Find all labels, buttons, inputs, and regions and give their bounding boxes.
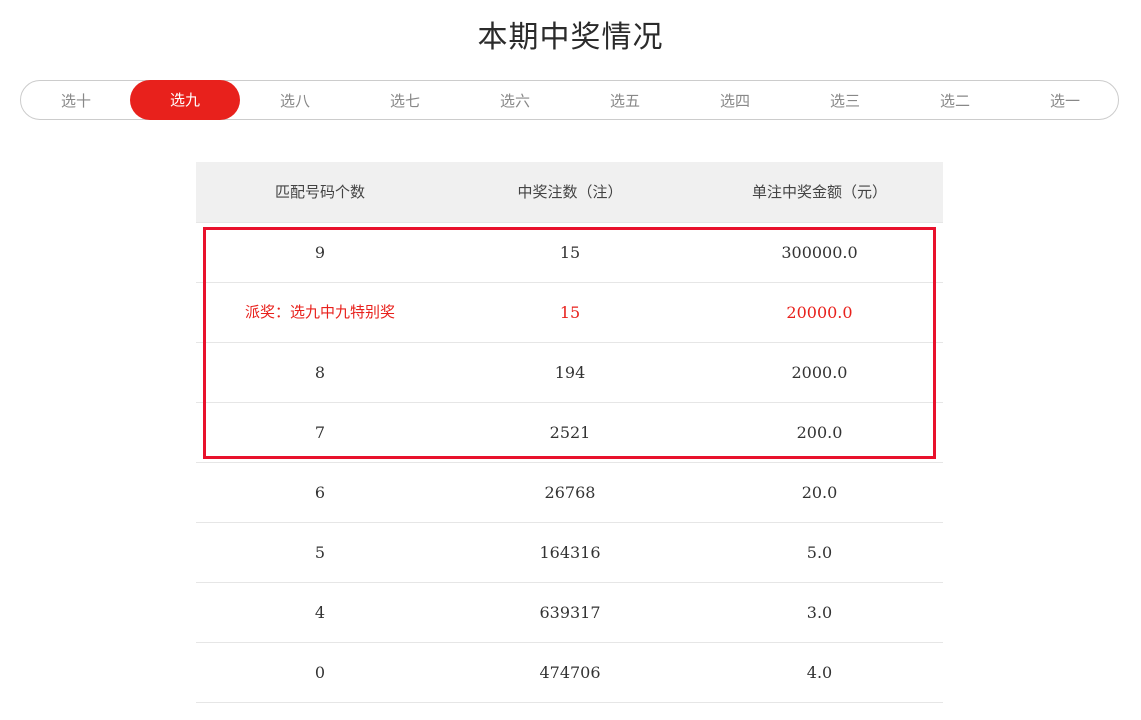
count-cell: 164316 — [539, 543, 601, 562]
match-cell: 0 — [314, 663, 326, 682]
table-row: 8 194 2000.0 — [196, 343, 943, 403]
prize-table: 匹配号码个数 中奖注数（注） 单注中奖金额（元） 9 15 300000.0 派… — [196, 162, 943, 703]
lottery-prize-page: 本期中奖情况 选十 选九 选八 选七 选六 选五 选四 选三 选二 选一 匹配号… — [0, 0, 1141, 720]
match-cell: 7 — [314, 423, 326, 442]
amount-cell: 4.0 — [806, 663, 833, 682]
tab-xuan-liu[interactable]: 选六 — [460, 81, 570, 121]
tab-xuan-shi[interactable]: 选十 — [21, 81, 131, 121]
tab-xuan-si[interactable]: 选四 — [680, 81, 790, 121]
header-prize-amount: 单注中奖金额（元） — [751, 183, 887, 201]
amount-cell: 3.0 — [806, 603, 833, 622]
amount-cell: 20000.0 — [786, 303, 853, 322]
tab-xuan-san[interactable]: 选三 — [790, 81, 900, 121]
amount-cell: 5.0 — [806, 543, 833, 562]
match-cell: 6 — [314, 483, 326, 502]
match-cell: 8 — [314, 363, 326, 382]
tab-xuan-ba[interactable]: 选八 — [240, 81, 350, 121]
amount-cell: 20.0 — [801, 483, 838, 502]
match-cell: 9 — [314, 243, 326, 262]
header-winner-count: 中奖注数（注） — [517, 183, 623, 201]
table-row: 6 26768 20.0 — [196, 463, 943, 523]
page-title: 本期中奖情况 — [477, 20, 664, 55]
count-cell: 474706 — [539, 663, 601, 682]
amount-cell: 2000.0 — [791, 363, 848, 382]
count-cell: 26768 — [544, 483, 596, 502]
table-header: 匹配号码个数 中奖注数（注） 单注中奖金额（元） — [196, 162, 943, 223]
tab-xuan-wu[interactable]: 选五 — [570, 81, 680, 121]
match-cell: 派奖：选九中九特别奖 — [244, 303, 395, 321]
table-row: 9 15 300000.0 — [196, 223, 943, 283]
count-cell: 194 — [554, 363, 586, 382]
table-row: 0 474706 4.0 — [196, 643, 943, 703]
count-cell: 15 — [559, 243, 581, 262]
table-row: 7 2521 200.0 — [196, 403, 943, 463]
count-cell: 2521 — [549, 423, 591, 442]
tab-xuan-jiu[interactable]: 选九 — [130, 80, 240, 120]
table-row-special-bonus: 派奖：选九中九特别奖 15 20000.0 — [196, 283, 943, 343]
tab-xuan-er[interactable]: 选二 — [900, 81, 1010, 121]
count-cell: 15 — [559, 303, 581, 322]
count-cell: 639317 — [539, 603, 601, 622]
match-cell: 4 — [314, 603, 326, 622]
table-row: 4 639317 3.0 — [196, 583, 943, 643]
tab-xuan-yi[interactable]: 选一 — [1010, 81, 1120, 121]
tab-xuan-qi[interactable]: 选七 — [350, 81, 460, 121]
amount-cell: 300000.0 — [781, 243, 858, 262]
header-match-count: 匹配号码个数 — [274, 183, 365, 201]
table-row: 5 164316 5.0 — [196, 523, 943, 583]
play-type-tabs: 选十 选九 选八 选七 选六 选五 选四 选三 选二 选一 — [20, 80, 1119, 120]
amount-cell: 200.0 — [796, 423, 843, 442]
match-cell: 5 — [314, 543, 326, 562]
